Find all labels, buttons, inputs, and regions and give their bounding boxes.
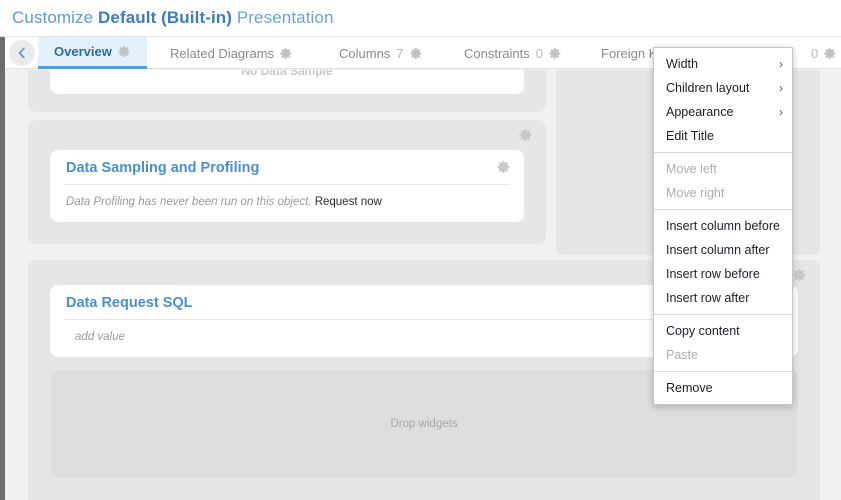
tab-related-diagrams-label: Related Diagrams [170,45,275,61]
tab-overview-label: Overview [54,44,112,59]
profiling-card-title: Data Sampling and Profiling [66,160,260,176]
menu-item-copy-content[interactable]: Copy content [654,319,792,343]
context-menu[interactable]: Width › Children layout › Appearance › Edit Ti… [653,47,793,405]
profiling-message-text: Data Profiling has never been run on thi… [66,196,312,208]
tab-constraints[interactable]: Constraints 0 [448,37,578,69]
menu-item-label: Children layout [666,81,750,95]
profiling-panel: Data Sampling and Profiling Data Profili… [28,120,546,244]
menu-separator [654,371,792,372]
menu-item-label: Insert row before [666,267,760,281]
menu-item-label: Move left [666,162,717,176]
panel-gear-icon[interactable] [519,128,533,142]
menu-item-appearance[interactable]: Appearance › [654,100,792,124]
profiling-message: Data Profiling has never been run on thi… [66,196,382,208]
menu-item-paste: Paste [654,343,792,367]
tab-columns[interactable]: Columns 7 [323,37,439,69]
gear-icon[interactable] [118,45,131,58]
page-title: Customize Default (Built-in) Presentatio… [12,8,334,28]
menu-item-label: Insert row after [666,291,750,305]
menu-item-label: Paste [666,348,698,362]
menu-item-label: Width [666,57,698,71]
request-now-link[interactable]: Request now [315,196,382,208]
menu-item-width[interactable]: Width › [654,52,792,76]
menu-item-label: Remove [666,381,713,395]
menu-item-children-layout[interactable]: Children layout › [654,76,792,100]
gear-icon[interactable] [409,47,423,60]
data-request-sql-value[interactable]: add value [75,331,125,343]
menu-item-remove[interactable]: Remove [654,376,792,400]
menu-item-label: Appearance [666,105,734,119]
data-sample-empty-text: No Data Sample [241,70,333,78]
gear-icon[interactable] [824,47,837,60]
menu-item-label: Insert column before [666,219,780,233]
tab-columns-count: 7 [396,45,404,61]
chevron-left-icon [16,47,28,59]
gear-icon[interactable] [549,47,562,60]
data-request-sql-title: Data Request SQL [66,295,193,311]
panel-gear-icon[interactable] [793,268,807,282]
tab-trailing-count: 0 [811,45,819,61]
menu-item-move-left: Move left [654,157,792,181]
profiling-card: Data Sampling and Profiling Data Profili… [50,150,524,222]
menu-separator [654,209,792,210]
window-header: Customize Default (Built-in) Presentatio… [0,0,841,37]
tab-foreign-keys-label: Foreign K [601,45,658,61]
data-sample-card: No Data Sample [50,70,524,94]
chevron-right-icon: › [779,57,783,71]
drop-widgets-text: Drop widgets [390,418,458,430]
menu-item-label: Edit Title [666,129,714,143]
menu-item-insert-column-after[interactable]: Insert column after [654,238,792,262]
chevron-right-icon: › [779,81,783,95]
menu-separator [654,152,792,153]
data-sample-panel: No Data Sample [28,70,546,112]
tab-trailing[interactable]: 0 [795,37,841,69]
tab-overview[interactable]: Overview [38,37,147,69]
menu-item-edit-title[interactable]: Edit Title [654,124,792,148]
menu-item-insert-row-before[interactable]: Insert row before [654,262,792,286]
menu-item-label: Insert column after [666,243,770,257]
menu-item-move-right: Move right [654,181,792,205]
menu-separator [654,314,792,315]
gear-icon[interactable] [280,47,293,60]
tab-related-diagrams[interactable]: Related Diagrams [154,37,309,69]
menu-item-label: Move right [666,186,725,200]
app-root: Customize Default (Built-in) Presentatio… [0,0,841,500]
page-title-prefix: Customize [12,8,99,27]
chevron-right-icon: › [779,105,783,119]
tab-columns-label: Columns [339,45,391,61]
divider [64,184,510,185]
menu-item-insert-row-after[interactable]: Insert row after [654,286,792,310]
page-title-strong: Default (Built-in) [98,8,233,27]
page-title-suffix: Presentation [232,8,334,27]
menu-item-label: Copy content [666,324,740,338]
tabs-scroll-left-button[interactable] [9,40,35,66]
menu-item-insert-column-before[interactable]: Insert column before [654,214,792,238]
card-gear-icon[interactable] [497,160,511,174]
tab-constraints-label: Constraints [464,45,530,61]
tab-constraints-count: 0 [535,45,543,61]
